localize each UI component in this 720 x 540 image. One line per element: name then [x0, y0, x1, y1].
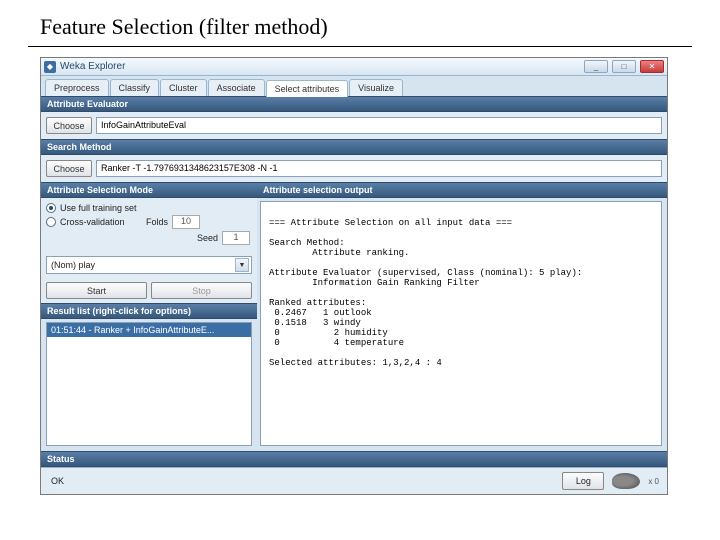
radio-cross-validation[interactable]: Cross-validation Folds 10	[46, 214, 252, 230]
status-bar: OK Log x 0	[41, 467, 667, 494]
slide-title: Feature Selection (filter method)	[0, 0, 720, 46]
weka-bird-icon	[612, 473, 640, 489]
tab-classify[interactable]: Classify	[110, 79, 160, 96]
status-text: OK	[51, 476, 554, 486]
weka-app-icon: ◆	[44, 61, 56, 73]
search-choose-button[interactable]: Choose	[46, 160, 92, 177]
tab-associate[interactable]: Associate	[208, 79, 265, 96]
result-list-header: Result list (right-click for options)	[41, 303, 257, 319]
attribute-selection-output[interactable]: === Attribute Selection on all input dat…	[260, 201, 662, 446]
search-method-header: Search Method	[41, 139, 667, 155]
minimize-button[interactable]: _	[584, 60, 608, 73]
radio-dot-icon	[46, 217, 56, 227]
close-button[interactable]: ✕	[640, 60, 664, 73]
tab-preprocess[interactable]: Preprocess	[45, 79, 109, 96]
tab-cluster[interactable]: Cluster	[160, 79, 207, 96]
selection-mode-header: Attribute Selection Mode	[41, 182, 257, 198]
radio-full-training[interactable]: Use full training set	[46, 202, 252, 214]
folds-input[interactable]: 10	[172, 215, 200, 229]
tabbar: Preprocess Classify Cluster Associate Se…	[41, 76, 667, 96]
seed-input[interactable]: 1	[222, 231, 250, 245]
class-attribute-value: (Nom) play	[51, 260, 95, 270]
search-method-field[interactable]: Ranker -T -1.7976931348623157E308 -N -1	[96, 160, 662, 177]
attribute-evaluator-header: Attribute Evaluator	[41, 96, 667, 112]
evaluator-choose-button[interactable]: Choose	[46, 117, 92, 134]
status-count: x 0	[648, 477, 659, 486]
folds-label: Folds	[146, 217, 168, 227]
radio-label: Cross-validation	[60, 217, 142, 227]
status-header: Status	[41, 451, 667, 467]
slide-divider	[28, 46, 692, 47]
result-list-item[interactable]: 01:51:44 - Ranker + InfoGainAttributeE..…	[47, 323, 251, 337]
log-button[interactable]: Log	[562, 472, 604, 490]
titlebar: ◆ Weka Explorer _ □ ✕	[41, 58, 667, 76]
seed-label: Seed	[197, 233, 218, 243]
tab-select-attributes[interactable]: Select attributes	[266, 80, 349, 97]
radio-dot-icon	[46, 203, 56, 213]
maximize-button[interactable]: □	[612, 60, 636, 73]
start-button[interactable]: Start	[46, 282, 147, 299]
class-attribute-dropdown[interactable]: (Nom) play ▼	[46, 256, 252, 274]
output-header: Attribute selection output	[257, 182, 667, 198]
stop-button[interactable]: Stop	[151, 282, 252, 299]
tab-visualize[interactable]: Visualize	[349, 79, 403, 96]
evaluator-field[interactable]: InfoGainAttributeEval	[96, 117, 662, 134]
radio-label: Use full training set	[60, 203, 137, 213]
result-list[interactable]: 01:51:44 - Ranker + InfoGainAttributeE..…	[46, 322, 252, 446]
weka-explorer-window: ◆ Weka Explorer _ □ ✕ Preprocess Classif…	[40, 57, 668, 495]
chevron-down-icon: ▼	[235, 258, 249, 272]
window-title: Weka Explorer	[60, 61, 580, 72]
